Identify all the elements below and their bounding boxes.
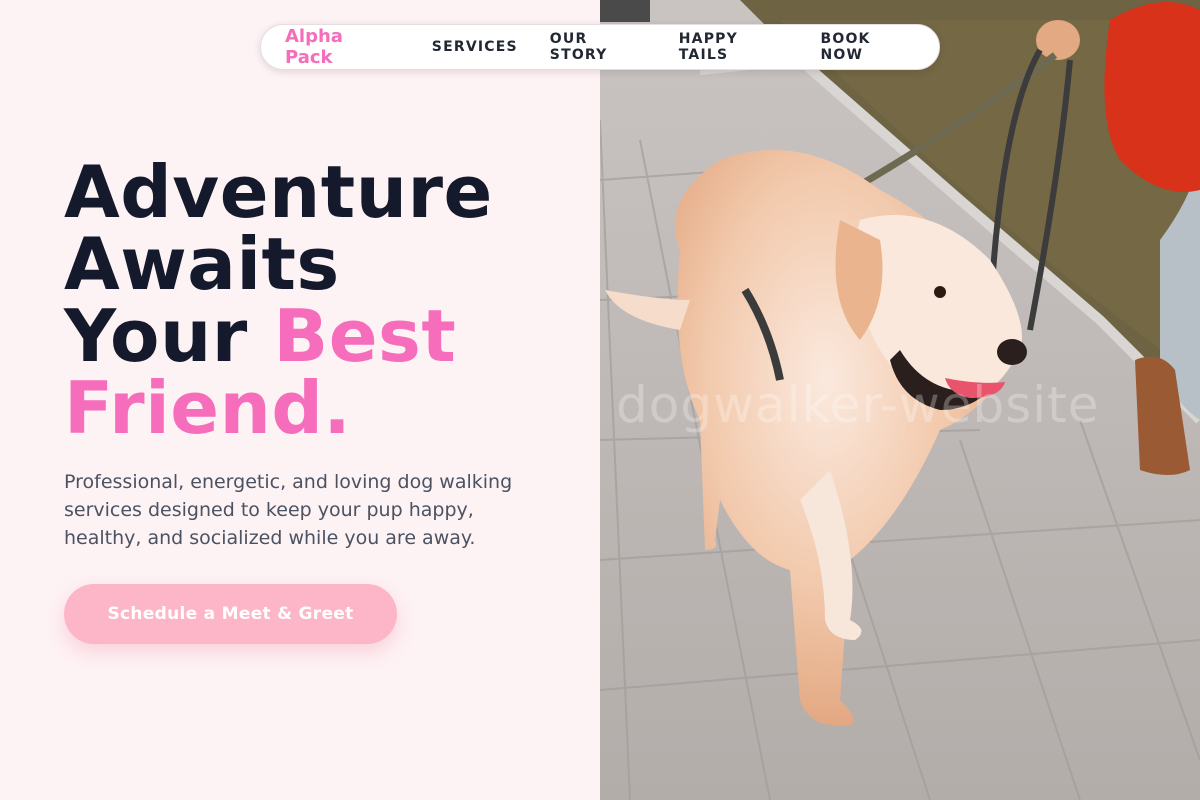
nav-item-services[interactable]: SERVICES	[432, 39, 518, 55]
hero-title: Adventure Awaits Your Best Friend.	[64, 156, 584, 444]
nav-item-our-story[interactable]: OUR STORY	[550, 31, 647, 63]
hero-title-line-1: Adventure	[64, 150, 493, 234]
nav-item-book-now[interactable]: BOOK NOW	[820, 31, 915, 63]
photo-watermark: dogwalker-website	[616, 376, 1100, 434]
top-navbar: Alpha Pack SERVICES OUR STORY HAPPY TAIL…	[260, 24, 940, 70]
hero-left-panel: Adventure Awaits Your Best Friend. Profe…	[0, 0, 600, 800]
hero-title-accent-friend: Friend.	[64, 366, 352, 450]
hero-title-line-3: Your Best	[64, 300, 584, 372]
nav-item-happy-tails[interactable]: HAPPY TAILS	[679, 31, 789, 63]
hero-description: Professional, energetic, and loving dog …	[64, 471, 513, 549]
hero-title-line-2: Awaits	[64, 222, 340, 306]
hero-photo: dogwalker-website	[600, 0, 1200, 800]
brand-logo[interactable]: Alpha Pack	[285, 26, 392, 68]
schedule-meet-greet-button[interactable]: Schedule a Meet & Greet	[64, 584, 397, 644]
